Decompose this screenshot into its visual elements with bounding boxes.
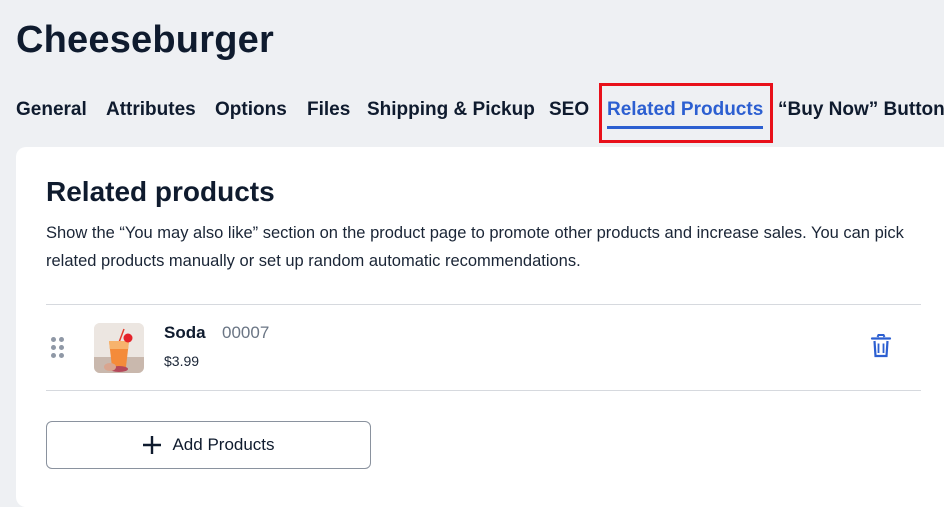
drag-handle-icon[interactable] [51,337,65,359]
soda-thumbnail [94,323,144,373]
page-title: Cheeseburger [16,19,274,61]
plus-icon [143,436,162,454]
tab-attributes[interactable]: Attributes [106,98,196,122]
related-products-card: Related products Show the “You may also … [16,147,944,507]
add-products-button[interactable]: Add Products [46,421,371,469]
tab-options[interactable]: Options [215,98,287,122]
highlight-annotation-box [599,83,773,143]
tab-seo[interactable]: SEO [549,98,589,122]
product-sku: 00007 [222,323,270,342]
product-price: $3.99 [164,353,200,369]
trash-icon [870,334,892,358]
divider [46,304,921,305]
add-products-label: Add Products [172,435,275,454]
tab-shipping-pickup[interactable]: Shipping & Pickup [367,98,535,122]
tab-files[interactable]: Files [307,98,350,122]
tab-buy-now-button[interactable]: “Buy Now” Button [778,98,944,122]
soda-image [94,323,144,373]
product-name[interactable]: Soda [164,323,206,343]
section-description: Show the “You may also like” section on … [46,224,904,270]
delete-product-button[interactable] [870,334,892,358]
tab-general[interactable]: General [16,98,87,122]
section-title: Related products [46,176,275,207]
divider [46,390,921,391]
